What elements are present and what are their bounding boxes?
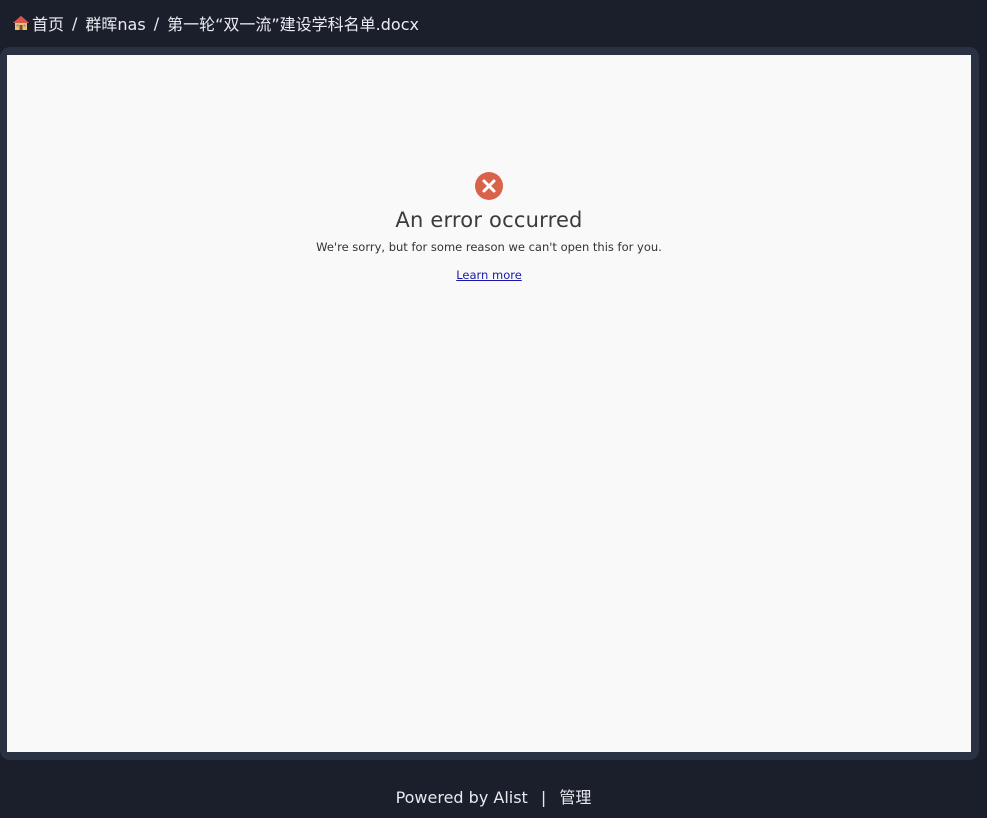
breadcrumb-folder-link[interactable]: 群晖nas: [85, 11, 145, 35]
admin-link[interactable]: 管理: [559, 788, 591, 807]
learn-more-link[interactable]: Learn more: [456, 268, 522, 282]
footer: Powered by Alist | 管理: [0, 784, 987, 808]
error-message: We're sorry, but for some reason we can'…: [316, 240, 662, 254]
breadcrumb-home-link[interactable]: 首页: [32, 11, 64, 35]
home-icon: [13, 16, 29, 30]
footer-separator: |: [540, 788, 547, 807]
error-x-circle-icon: [475, 172, 503, 200]
breadcrumb-separator: /: [72, 13, 78, 33]
error-panel: An error occurred We're sorry, but for s…: [7, 172, 971, 283]
breadcrumb-file-link[interactable]: 第一轮“双一流”建设学科名单.docx: [167, 11, 419, 35]
error-title: An error occurred: [395, 208, 583, 232]
breadcrumb: 首页 / 群晖nas / 第一轮“双一流”建设学科名单.docx: [12, 0, 419, 46]
breadcrumb-separator: /: [153, 13, 160, 33]
document-viewer: An error occurred We're sorry, but for s…: [7, 55, 971, 752]
document-viewer-frame: An error occurred We're sorry, but for s…: [0, 47, 979, 760]
powered-by-link[interactable]: Powered by Alist: [396, 788, 528, 807]
